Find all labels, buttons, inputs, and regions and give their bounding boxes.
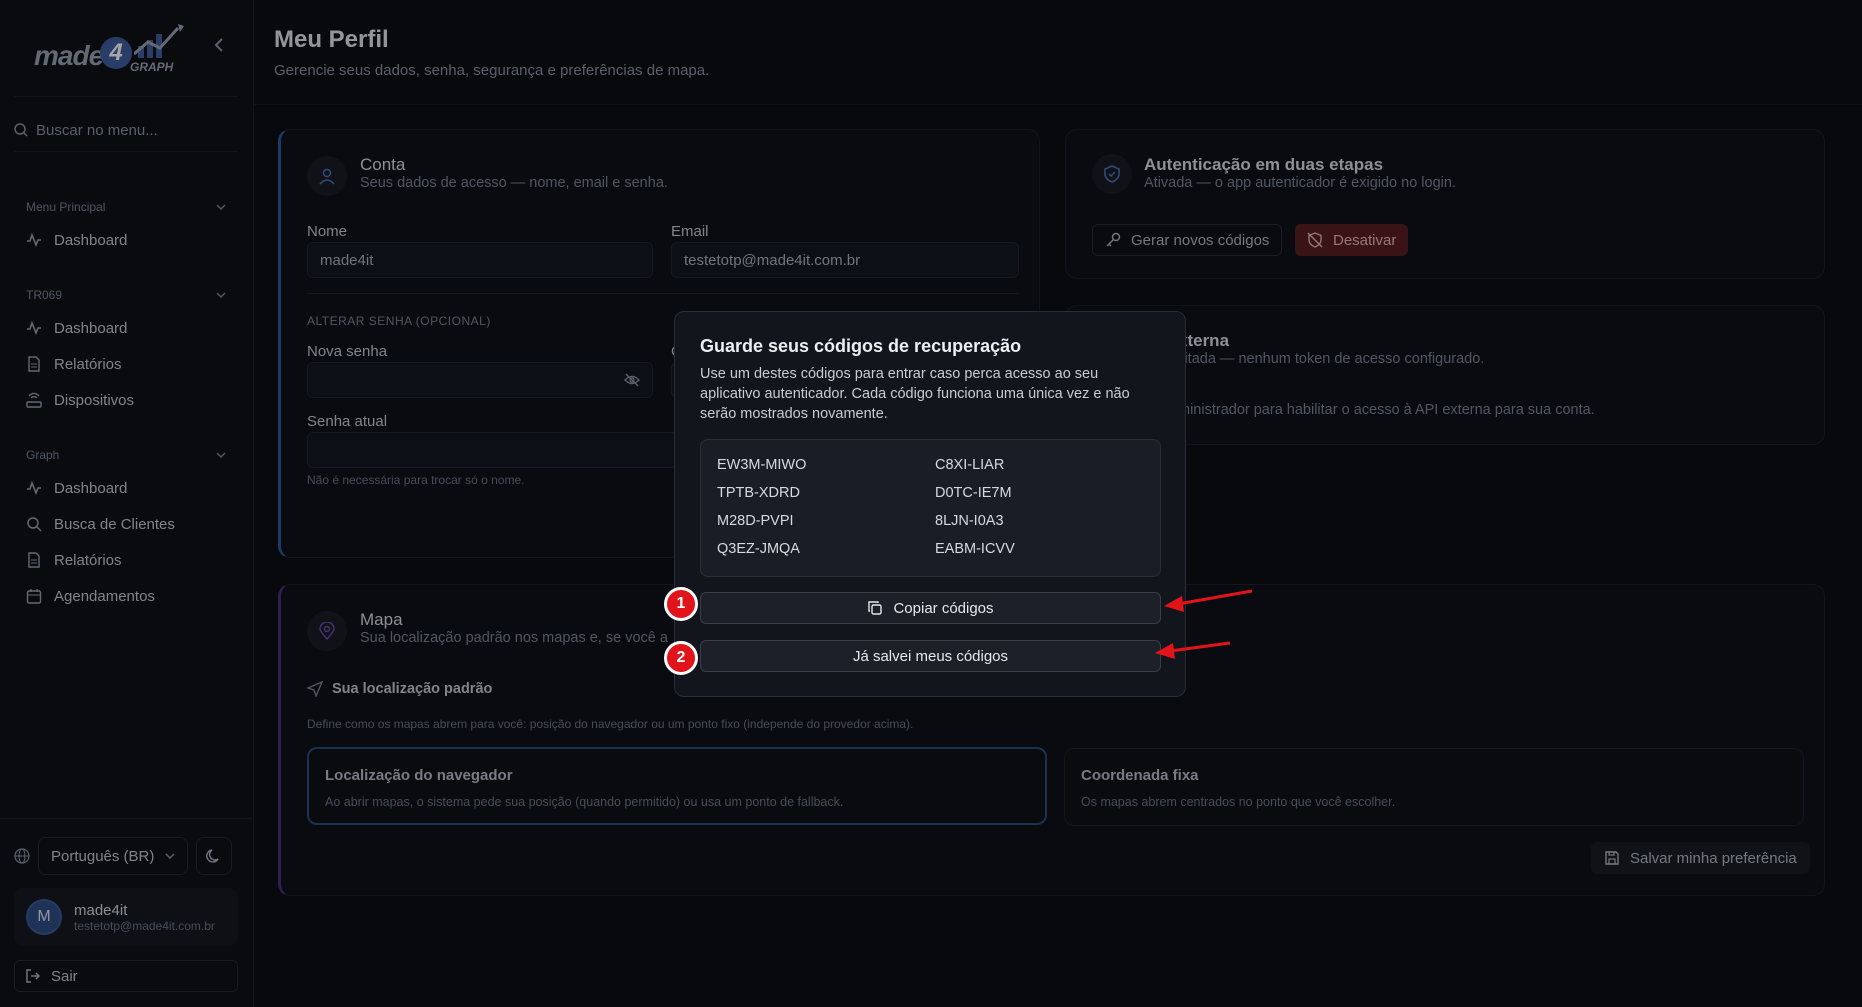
codes-saved-label: Já salvei meus códigos <box>852 647 1009 665</box>
recovery-code: M28D-PVPI <box>717 513 794 529</box>
step-badge-1: 1 <box>664 587 698 621</box>
copy-icon <box>868 601 883 615</box>
recovery-code: C8XI-LIAR <box>935 457 1005 473</box>
recovery-code: EW3M-MIWO <box>717 457 807 473</box>
dialog-title: Guarde seus códigos de recuperação <box>700 336 1022 356</box>
recovery-codes-dialog: Guarde seus códigos de recuperação Use u… <box>674 311 1186 697</box>
annotation-arrow-1 <box>1164 589 1253 612</box>
recovery-codes-box: EW3M-MIWO C8XI-LIAR TPTB-XDRD D0TC-IE7M … <box>700 439 1161 577</box>
codes-saved-button[interactable]: Já salvei meus códigos <box>700 640 1161 672</box>
copy-codes-button[interactable]: Copiar códigos <box>700 592 1161 624</box>
recovery-code: 8LJN-I0A3 <box>935 513 1004 529</box>
step-badge-2: 2 <box>664 641 698 675</box>
recovery-code: EABM-ICVV <box>935 541 1015 557</box>
annotation-arrow-2 <box>1155 641 1231 659</box>
recovery-code: Q3EZ-JMQA <box>717 541 800 557</box>
dialog-description: Use um destes códigos para entrar caso p… <box>700 366 1130 422</box>
recovery-code: TPTB-XDRD <box>717 485 800 501</box>
copy-codes-label: Copiar códigos <box>893 599 994 617</box>
recovery-code: D0TC-IE7M <box>935 485 1012 501</box>
